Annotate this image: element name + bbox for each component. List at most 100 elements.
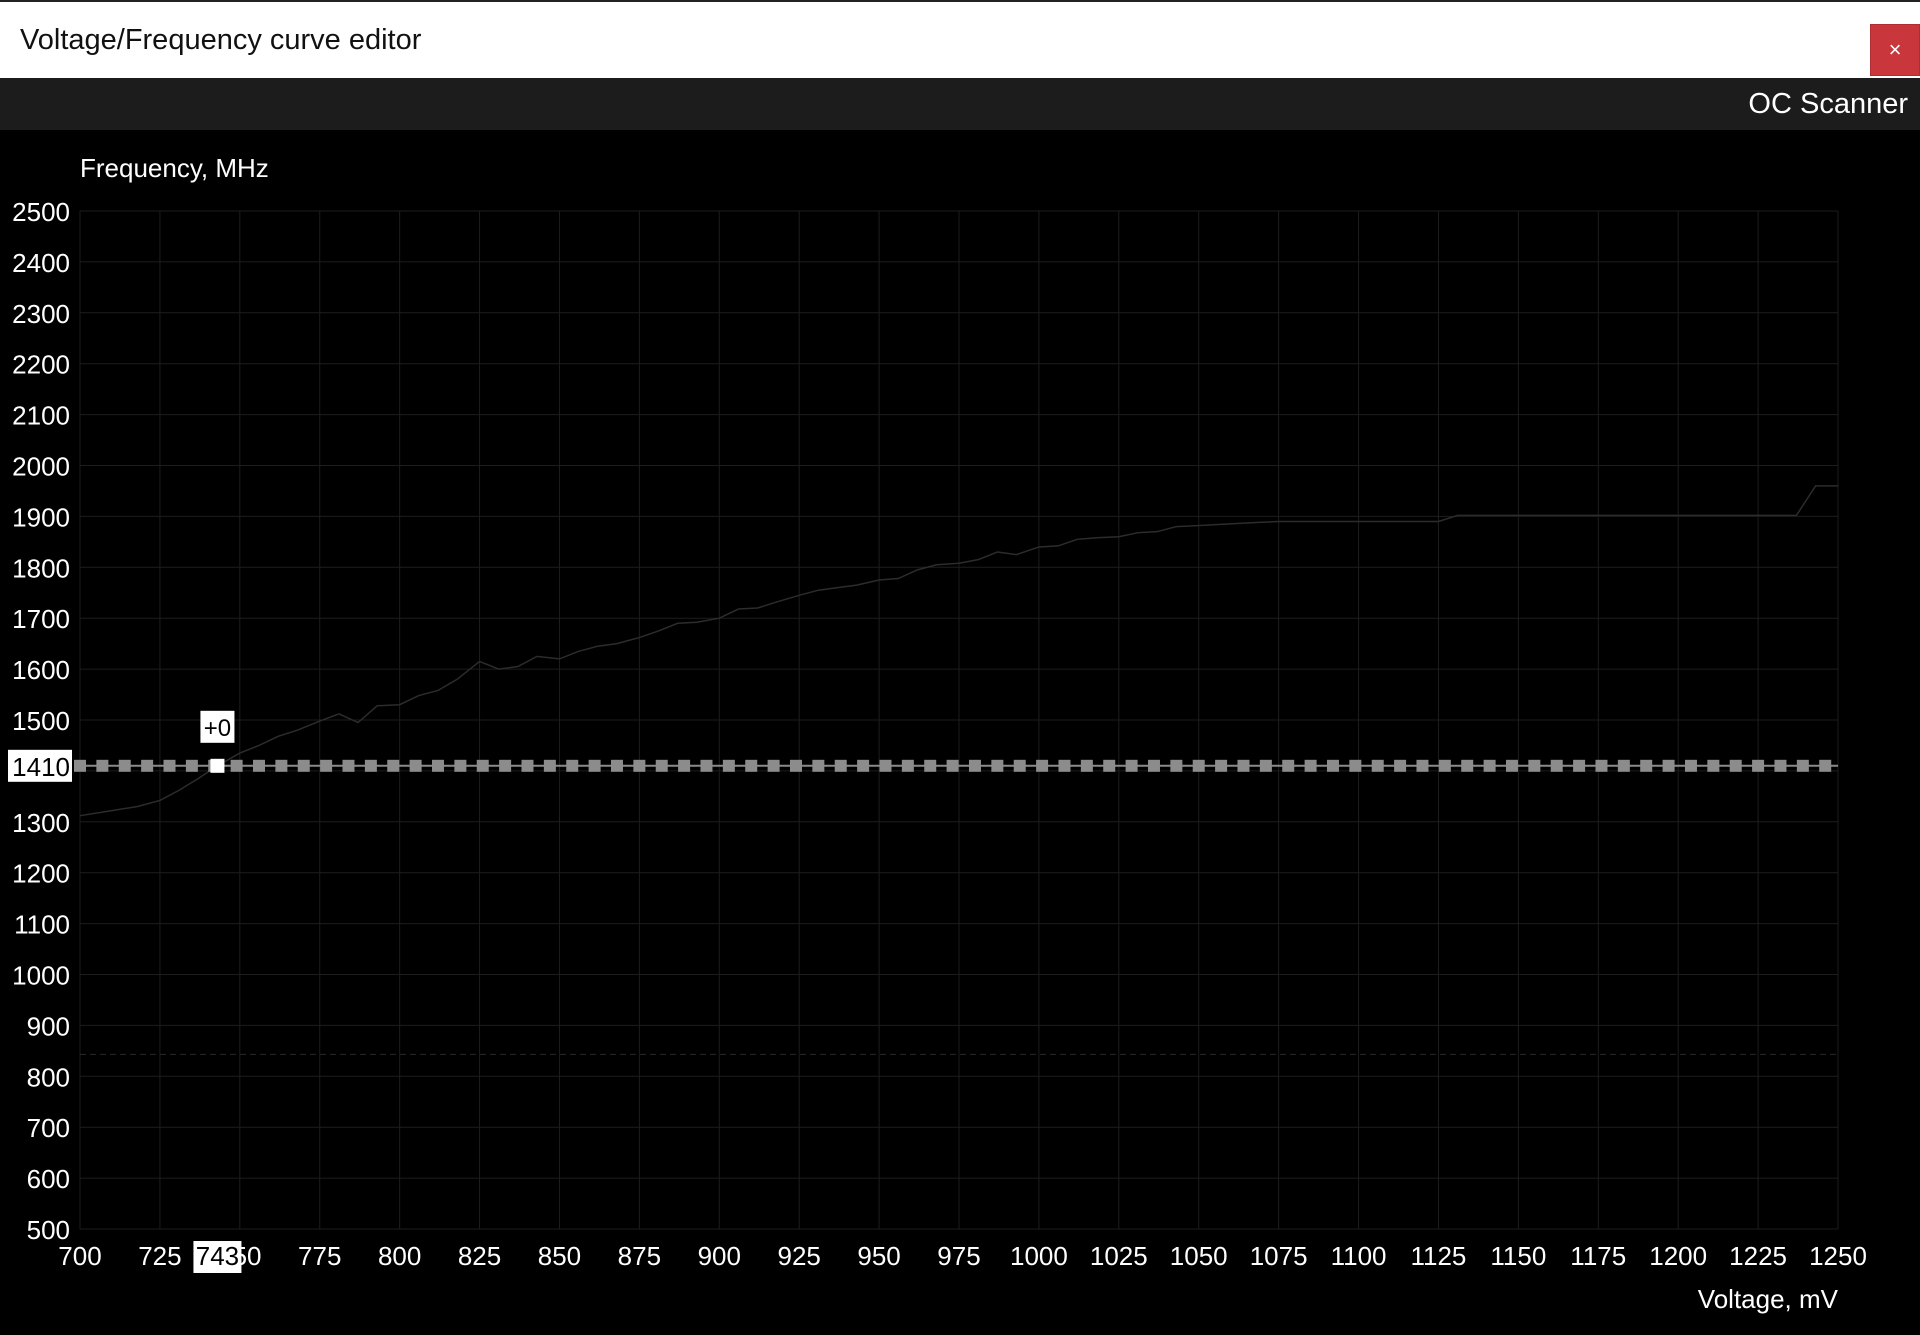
close-button[interactable]: ×: [1870, 24, 1920, 76]
curve-point[interactable]: [1237, 759, 1250, 772]
x-tick-label: 800: [378, 1241, 421, 1271]
toolbar: OC Scanner: [0, 78, 1920, 130]
curve-point[interactable]: [588, 759, 601, 772]
curve-point[interactable]: [1796, 759, 1809, 772]
curve-point[interactable]: [633, 759, 646, 772]
curve-point[interactable]: [1036, 759, 1049, 772]
curve-point[interactable]: [767, 759, 780, 772]
curve-point[interactable]: [74, 759, 86, 772]
curve-point[interactable]: [320, 759, 333, 772]
curve-point[interactable]: [991, 759, 1004, 772]
y-tick-label: 800: [27, 1062, 70, 1092]
y-axis-label: Frequency, MHz: [80, 153, 269, 183]
curve-point[interactable]: [1013, 759, 1026, 772]
selected-voltage-badge: 743: [193, 1241, 242, 1273]
curve-point[interactable]: [924, 759, 937, 772]
curve-point[interactable]: [1461, 759, 1474, 772]
x-tick-label: 700: [58, 1241, 101, 1271]
curve-point[interactable]: [1215, 759, 1228, 772]
vf-curve-chart[interactable]: 5006007008009001000110012001300140015001…: [0, 130, 1920, 1330]
curve-point[interactable]: [700, 759, 713, 772]
curve-point[interactable]: [1125, 759, 1138, 772]
curve-point[interactable]: [1438, 759, 1451, 772]
curve-point[interactable]: [610, 759, 623, 772]
curve-point[interactable]: [1752, 759, 1765, 772]
curve-point[interactable]: [409, 759, 422, 772]
curve-point[interactable]: [789, 759, 802, 772]
y-tick-label: 900: [27, 1011, 70, 1041]
x-axis-label: Voltage, mV: [1698, 1284, 1839, 1314]
x-tick-label: 925: [777, 1241, 820, 1271]
curve-point[interactable]: [141, 759, 154, 772]
curve-point[interactable]: [342, 759, 355, 772]
curve-point[interactable]: [185, 759, 198, 772]
oc-scanner-button[interactable]: OC Scanner: [1748, 88, 1908, 121]
curve-point[interactable]: [1147, 759, 1160, 772]
curve-point[interactable]: [1371, 759, 1384, 772]
curve-point[interactable]: [431, 759, 444, 772]
curve-point[interactable]: [678, 759, 691, 772]
curve-point[interactable]: [857, 759, 870, 772]
curve-point[interactable]: [118, 759, 131, 772]
curve-point[interactable]: [1729, 759, 1742, 772]
curve-point[interactable]: [1617, 759, 1630, 772]
curve-point[interactable]: [745, 759, 758, 772]
curve-point[interactable]: [1707, 759, 1720, 772]
curve-point[interactable]: [879, 759, 892, 772]
y-tick-label: 1900: [12, 502, 70, 532]
curve-point[interactable]: [1595, 759, 1608, 772]
curve-point[interactable]: [96, 759, 109, 772]
selected-point[interactable]: [210, 758, 225, 773]
curve-point[interactable]: [1192, 759, 1205, 772]
curve-point[interactable]: [946, 759, 959, 772]
curve-point[interactable]: [1528, 759, 1541, 772]
curve-point[interactable]: [901, 759, 914, 772]
curve-point[interactable]: [812, 759, 825, 772]
y-tick-label: 2500: [12, 197, 70, 227]
curve-point[interactable]: [1684, 759, 1697, 772]
curve-point[interactable]: [1640, 759, 1653, 772]
curve-point[interactable]: [1394, 759, 1407, 772]
x-tick-label: 875: [618, 1241, 661, 1271]
curve-point[interactable]: [252, 759, 265, 772]
vf-curve-svg[interactable]: 5006007008009001000110012001300140015001…: [0, 130, 1920, 1330]
curve-point[interactable]: [1304, 759, 1317, 772]
curve-point[interactable]: [1483, 759, 1496, 772]
curve-point[interactable]: [230, 759, 243, 772]
curve-point[interactable]: [1774, 759, 1787, 772]
curve-point[interactable]: [1103, 759, 1116, 772]
y-tick-label: 1600: [12, 655, 70, 685]
curve-point[interactable]: [499, 759, 512, 772]
curve-point[interactable]: [1505, 759, 1518, 772]
curve-point[interactable]: [722, 759, 735, 772]
curve-point[interactable]: [1662, 759, 1675, 772]
curve-point[interactable]: [1573, 759, 1586, 772]
x-tick-label: 950: [857, 1241, 900, 1271]
curve-point[interactable]: [1282, 759, 1295, 772]
curve-point[interactable]: [454, 759, 467, 772]
curve-point[interactable]: [1349, 759, 1362, 772]
curve-point[interactable]: [968, 759, 981, 772]
curve-point[interactable]: [163, 759, 176, 772]
curve-point[interactable]: [521, 759, 534, 772]
curve-point[interactable]: [1259, 759, 1272, 772]
curve-point[interactable]: [543, 759, 556, 772]
curve-point[interactable]: [834, 759, 847, 772]
curve-point[interactable]: [1058, 759, 1071, 772]
curve-point[interactable]: [655, 759, 668, 772]
curve-point[interactable]: [275, 759, 288, 772]
curve-point[interactable]: [1326, 759, 1339, 772]
curve-point[interactable]: [1550, 759, 1563, 772]
curve-point[interactable]: [1416, 759, 1429, 772]
selected-frequency-label: 1410: [12, 752, 70, 782]
selected-frequency-badge: 1410: [8, 749, 72, 782]
curve-point[interactable]: [476, 759, 489, 772]
y-tick-label: 2400: [12, 248, 70, 278]
curve-point[interactable]: [297, 759, 310, 772]
curve-point[interactable]: [1170, 759, 1183, 772]
curve-point[interactable]: [1080, 759, 1093, 772]
curve-point[interactable]: [387, 759, 400, 772]
curve-point[interactable]: [566, 759, 579, 772]
curve-point[interactable]: [364, 759, 377, 772]
curve-point[interactable]: [1819, 759, 1832, 772]
